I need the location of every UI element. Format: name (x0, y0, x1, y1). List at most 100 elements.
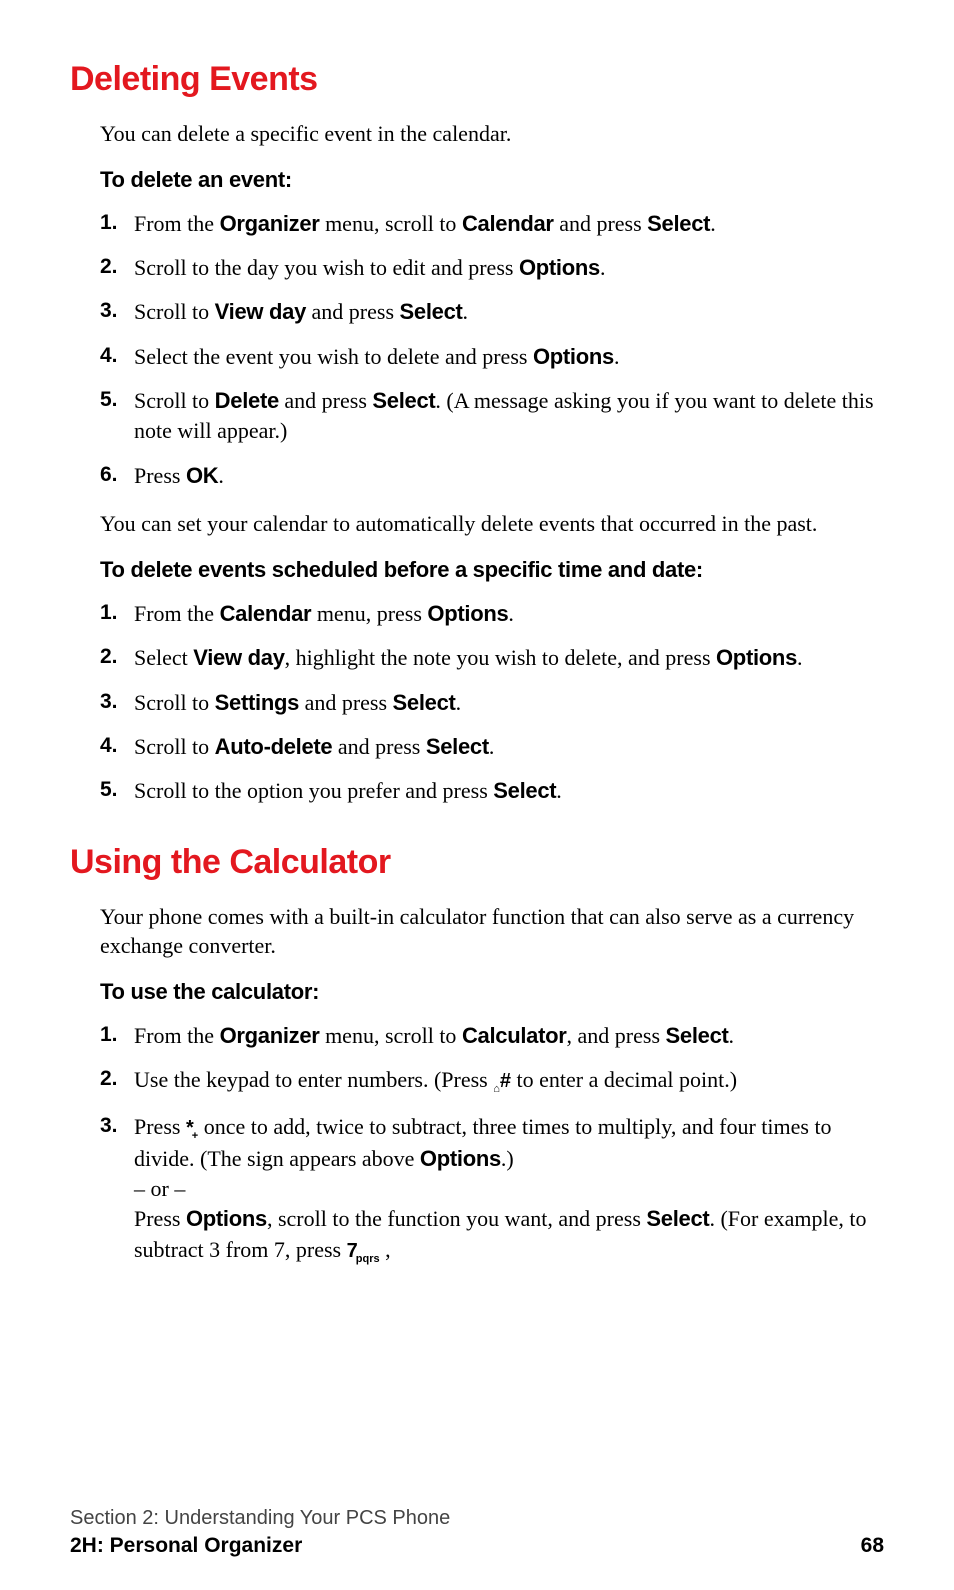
list-item: 3.Press *+ once to add, twice to subtrac… (100, 1112, 884, 1267)
list-item: 5.Scroll to Delete and press Select. (A … (100, 386, 884, 447)
bold-term: Organizer (220, 211, 320, 236)
step-number: 4. (100, 342, 118, 371)
list-item: 4. Select the event you wish to delete an… (100, 342, 884, 372)
bold-term: Delete (215, 388, 279, 413)
footer-chapter: 2H: Personal Organizer (70, 1534, 302, 1558)
list-item: 2. Scroll to the day you wish to edit and… (100, 253, 884, 283)
step-text: Scroll to (134, 690, 215, 715)
list-item: 1. From the Organizer menu, scroll to Cal… (100, 209, 884, 239)
bold-term: Calendar (462, 211, 554, 236)
bold-term: Select (393, 690, 456, 715)
bold-term: Options (427, 601, 508, 626)
step-text: Press (134, 1206, 186, 1231)
bold-term: Select (400, 299, 463, 324)
seven-key-icon: 7pqrs (347, 1238, 380, 1267)
step-text: From the (134, 211, 220, 236)
procedure-heading: To use the calculator: (100, 979, 884, 1005)
step-number: 2. (100, 1065, 118, 1094)
bold-term: Select (372, 388, 435, 413)
intro-text: Your phone comes with a built-in calcula… (100, 902, 884, 961)
bold-term: View day (215, 299, 306, 324)
step-text: to enter a decimal point.) (511, 1067, 737, 1092)
list-item: 3.Scroll to View day and press Select. (100, 297, 884, 327)
ordered-list: 1. From the Organizer menu, scroll to Cal… (100, 1021, 884, 1267)
step-text: Select (134, 645, 193, 670)
step-text: Select the event you wish to delete and … (134, 344, 533, 369)
procedure-heading: To delete an event: (100, 167, 884, 193)
step-number: 5. (100, 386, 118, 415)
step-text: , and press (567, 1023, 666, 1048)
step-text: . (489, 734, 495, 759)
body-text: You can set your calendar to automatical… (100, 509, 884, 539)
step-text: . (710, 211, 716, 236)
bold-term: Select (493, 778, 556, 803)
step-text: and press (306, 299, 399, 324)
step-text: Press (134, 463, 186, 488)
step-text: menu, press (311, 601, 427, 626)
or-separator: – or – (134, 1176, 185, 1201)
step-number: 5. (100, 776, 118, 805)
step-text: , (380, 1237, 391, 1262)
step-text: From the (134, 1023, 220, 1048)
step-text: and press (332, 734, 425, 759)
bold-term: Options (420, 1146, 501, 1171)
page-number: 68 (861, 1534, 884, 1558)
bold-term: Options (519, 255, 600, 280)
bold-term: Select (647, 211, 710, 236)
step-text: menu, scroll to (320, 211, 462, 236)
bold-term: Options (533, 344, 614, 369)
step-text: . (556, 778, 562, 803)
step-text: menu, scroll to (320, 1023, 462, 1048)
bold-term: Calculator (462, 1023, 567, 1048)
ordered-list: 1.From the Calendar menu, press Options.… (100, 599, 884, 807)
step-text: .) (501, 1146, 514, 1171)
step-text: From the (134, 601, 220, 626)
intro-text: You can delete a specific event in the c… (100, 119, 884, 149)
bold-term: Options (716, 645, 797, 670)
list-item: 5. Scroll to the option you prefer and pr… (100, 776, 884, 806)
bold-term: View day (193, 645, 284, 670)
bold-term: Auto-delete (215, 734, 333, 759)
step-text: . (729, 1023, 735, 1048)
list-item: 1.From the Calendar menu, press Options. (100, 599, 884, 629)
list-item: 6. Press OK. (100, 461, 884, 491)
step-text: . (600, 255, 606, 280)
step-text: and press (554, 211, 647, 236)
bold-term: OK (186, 463, 218, 488)
list-item: 4.Scroll to Auto-delete and press Select… (100, 732, 884, 762)
step-number: 1. (100, 1021, 118, 1050)
step-text: . (508, 601, 514, 626)
star-key-icon: *+ (186, 1115, 198, 1144)
list-item: 1. From the Organizer menu, scroll to Cal… (100, 1021, 884, 1051)
step-text: Press (134, 1114, 186, 1139)
step-text: Use the keypad to enter numbers. (Press (134, 1067, 493, 1092)
list-item: 2. Select View day, highlight the note yo… (100, 643, 884, 673)
step-text: Scroll to the day you wish to edit and p… (134, 255, 519, 280)
step-number: 3. (100, 688, 118, 717)
page-footer: Section 2: Understanding Your PCS Phone … (70, 1507, 884, 1558)
bold-term: Select (646, 1206, 709, 1231)
step-number: 2. (100, 643, 118, 672)
step-number: 3. (100, 1112, 118, 1141)
step-text: , highlight the note you wish to delete,… (285, 645, 716, 670)
heading-deleting-events: Deleting Events (70, 60, 884, 99)
list-item: 3. Scroll to Settings and press Select. (100, 688, 884, 718)
step-text: . (456, 690, 462, 715)
bold-term: Settings (215, 690, 299, 715)
step-text: Scroll to the option you prefer and pres… (134, 778, 493, 803)
step-text: . (463, 299, 469, 324)
step-text: . (218, 463, 224, 488)
step-number: 1. (100, 209, 118, 238)
step-number: 2. (100, 253, 118, 282)
step-text: . (614, 344, 620, 369)
bold-term: Organizer (220, 1023, 320, 1048)
bold-term: Calendar (220, 601, 312, 626)
step-text: . (797, 645, 803, 670)
hash-key-icon: ⌂# (493, 1068, 511, 1097)
step-number: 6. (100, 461, 118, 490)
step-text: and press (299, 690, 392, 715)
step-text: Scroll to (134, 299, 215, 324)
bold-term: Select (426, 734, 489, 759)
step-text: Scroll to (134, 734, 215, 759)
ordered-list: 1. From the Organizer menu, scroll to Cal… (100, 209, 884, 492)
